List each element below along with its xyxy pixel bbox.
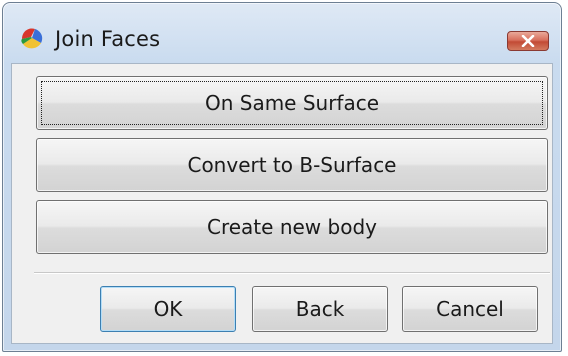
create-new-body-label: Create new body: [207, 215, 377, 239]
cancel-label: Cancel: [436, 297, 504, 321]
convert-to-bsurface-label: Convert to B-Surface: [187, 153, 397, 177]
join-faces-dialog: Join Faces On Same Surface Convert to B-…: [2, 2, 562, 352]
convert-to-bsurface-button[interactable]: Convert to B-Surface: [36, 138, 548, 192]
on-same-surface-button[interactable]: On Same Surface: [36, 76, 548, 130]
dialog-content: On Same Surface Convert to B-Surface Cre…: [11, 63, 553, 344]
separator: [34, 272, 550, 274]
close-icon: [521, 35, 535, 47]
close-button[interactable]: [507, 31, 549, 51]
app-icon: [21, 28, 43, 49]
back-button[interactable]: Back: [252, 286, 388, 332]
create-new-body-button[interactable]: Create new body: [36, 200, 548, 254]
cancel-button[interactable]: Cancel: [402, 286, 538, 332]
ok-button[interactable]: OK: [100, 286, 236, 332]
back-label: Back: [295, 297, 345, 321]
on-same-surface-label: On Same Surface: [204, 91, 380, 115]
title-bar[interactable]: Join Faces: [3, 3, 561, 63]
ok-label: OK: [153, 297, 183, 321]
dialog-title: Join Faces: [55, 27, 161, 51]
